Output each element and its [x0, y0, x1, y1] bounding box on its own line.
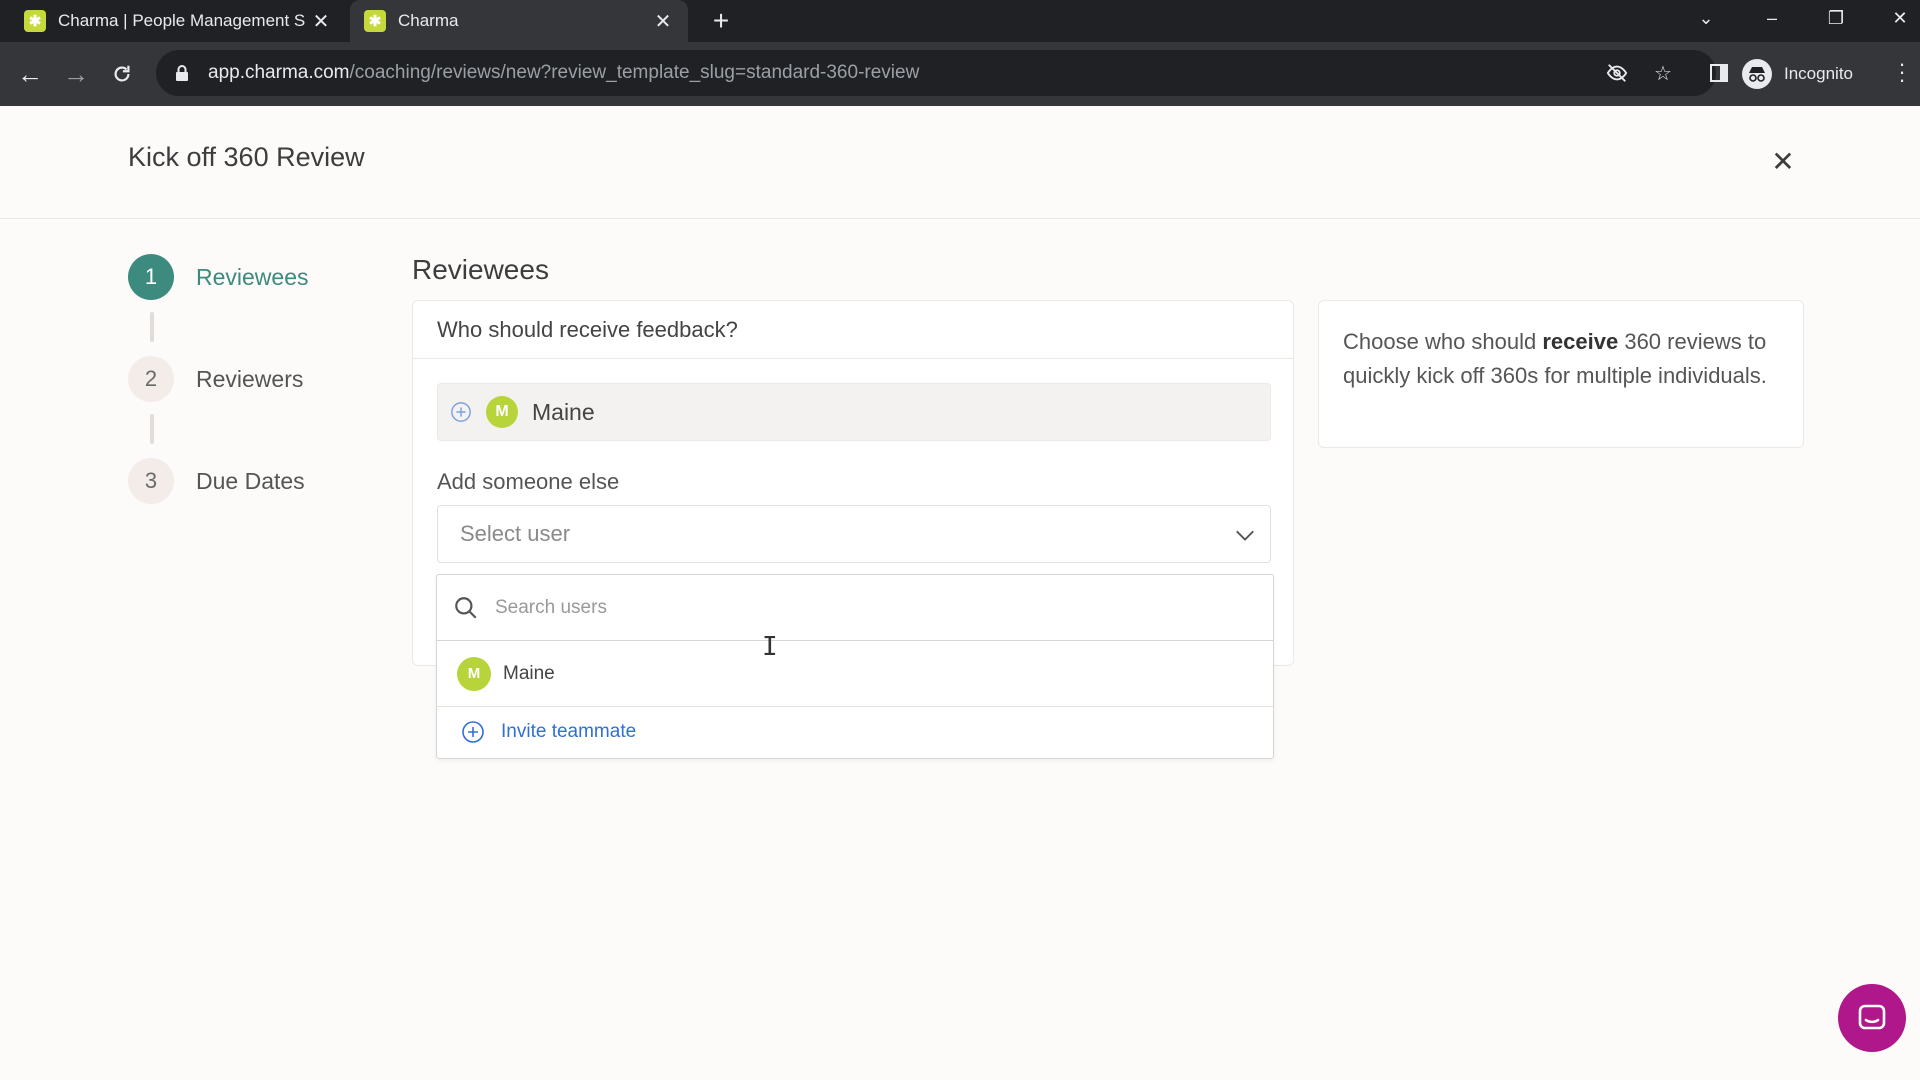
- tab-close-icon[interactable]: ✕: [652, 9, 674, 34]
- incognito-label: Incognito: [1784, 64, 1853, 83]
- avatar: M: [486, 396, 518, 428]
- selected-user-chip: M Maine: [437, 383, 1271, 441]
- search-row: [437, 575, 1273, 641]
- invite-teammate-button[interactable]: Invite teammate: [437, 707, 1273, 757]
- star-icon[interactable]: ☆: [1650, 60, 1676, 86]
- avatar: M: [457, 656, 491, 691]
- tab-close-icon[interactable]: ✕: [310, 9, 332, 34]
- chat-icon: [1858, 1004, 1886, 1030]
- step-connector: [150, 414, 154, 444]
- search-users-input[interactable]: [495, 596, 1195, 619]
- plus-circle-icon[interactable]: [450, 401, 472, 423]
- step-reviewees[interactable]: 1 Reviewees: [128, 254, 388, 300]
- eye-off-icon[interactable]: [1604, 60, 1630, 86]
- dropdown-option-user[interactable]: M Maine: [437, 641, 1273, 707]
- user-dropdown-menu: M Maine Invite teammate: [436, 574, 1274, 759]
- incognito-indicator[interactable]: Incognito: [1742, 52, 1853, 96]
- browser-toolbar: ← → app.charma.com/coaching/reviews/new?…: [0, 42, 1920, 106]
- modal-header: Kick off 360 Review ✕: [0, 106, 1920, 219]
- help-text-start: Choose who should: [1343, 329, 1543, 354]
- step-label: Due Dates: [196, 467, 305, 494]
- tab-title: Charma | People Management S: [58, 11, 306, 30]
- plus-circle-icon: [462, 721, 484, 743]
- tab-title: Charma: [398, 11, 459, 30]
- step-connector: [150, 312, 154, 342]
- text-cursor-icon: I: [762, 632, 778, 662]
- charma-favicon-icon: ✱: [24, 10, 46, 32]
- step-label: Reviewees: [196, 263, 309, 290]
- minimize-icon[interactable]: –: [1750, 0, 1794, 36]
- option-name: Maine: [503, 662, 555, 684]
- charma-favicon-icon: ✱: [364, 10, 386, 32]
- step-number: 1: [128, 254, 174, 300]
- add-someone-label: Add someone else: [437, 469, 620, 494]
- invite-label: Invite teammate: [501, 721, 637, 742]
- help-text-bold: receive: [1542, 329, 1619, 354]
- step-number: 3: [128, 458, 174, 504]
- reload-icon[interactable]: [104, 56, 140, 92]
- close-icon[interactable]: ✕: [1766, 144, 1800, 178]
- step-reviewers[interactable]: 2 Reviewers: [128, 356, 388, 402]
- sidepanel-icon[interactable]: [1706, 60, 1732, 86]
- section-title: Reviewees: [412, 254, 549, 285]
- select-placeholder: Select user: [460, 521, 571, 546]
- window-close-icon[interactable]: ✕: [1878, 0, 1920, 36]
- browser-tab-1[interactable]: ✱ Charma | People Management S ✕: [10, 0, 346, 42]
- step-due-dates[interactable]: 3 Due Dates: [128, 458, 388, 504]
- selected-user-name: Maine: [532, 398, 595, 425]
- lock-icon: [170, 61, 194, 85]
- chat-launcher-button[interactable]: [1838, 984, 1906, 1052]
- restore-icon[interactable]: ❐: [1814, 0, 1858, 36]
- card-question: Who should receive feedback?: [413, 301, 1293, 359]
- search-icon: [455, 596, 477, 619]
- forward-icon[interactable]: →: [58, 56, 94, 92]
- new-tab-button[interactable]: +: [705, 0, 737, 42]
- modal-title: Kick off 360 Review: [128, 142, 365, 172]
- step-number: 2: [128, 356, 174, 402]
- incognito-icon: [1742, 59, 1772, 89]
- back-icon[interactable]: ←: [12, 56, 48, 92]
- browser-tab-2[interactable]: ✱ Charma ✕: [350, 0, 688, 42]
- browser-menu-icon[interactable]: · · ·: [1892, 53, 1912, 91]
- url-text: app.charma.com/coaching/reviews/new?revi…: [208, 62, 920, 83]
- browser-tabbar: ✱ Charma | People Management S ✕ ✱ Charm…: [0, 0, 1920, 42]
- step-label: Reviewers: [196, 365, 304, 392]
- address-bar[interactable]: app.charma.com/coaching/reviews/new?revi…: [156, 50, 1716, 96]
- select-user-dropdown[interactable]: Select user: [437, 505, 1271, 563]
- chevron-down-icon: [1236, 530, 1254, 541]
- help-card: Choose who should receive 360 reviews to…: [1318, 300, 1804, 448]
- tab-search-icon[interactable]: ⌄: [1684, 0, 1728, 36]
